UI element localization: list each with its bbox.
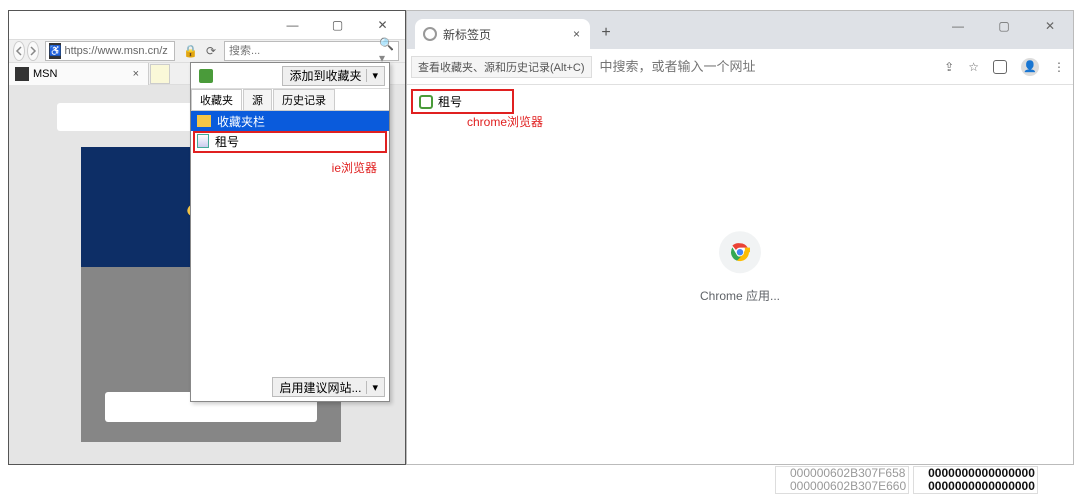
new-tab-button[interactable]: [150, 64, 170, 84]
suggested-sites-button[interactable]: 启用建议网站...: [272, 377, 385, 397]
chrome-page-content: 租号 chrome浏览器 Chrome 应用...: [407, 85, 1073, 464]
favorite-item-zuhao[interactable]: 租号: [191, 131, 389, 151]
close-button[interactable]: ✕: [360, 11, 405, 39]
add-to-favorites-button[interactable]: 添加到收藏夹: [282, 66, 385, 86]
add-favorite-label: 添加到收藏夹: [289, 67, 361, 84]
tab-title: 新标签页: [443, 26, 571, 43]
share-icon[interactable]: ⇪: [944, 60, 954, 74]
favorites-bar-folder[interactable]: 收藏夹栏: [191, 111, 389, 131]
tab-history[interactable]: 历史记录: [273, 89, 335, 110]
ie-address-bar: ♿ 🔒 ⟳ 🔍▾ ⌂ ★ ⚙: [9, 39, 405, 63]
hex-cell: 0000000000000000: [928, 480, 1035, 493]
ie-tab-msn[interactable]: MSN ×: [9, 63, 149, 85]
refresh-icon[interactable]: ⟳: [206, 44, 216, 58]
forward-button[interactable]: [27, 41, 39, 61]
tab-close-icon[interactable]: ×: [130, 68, 142, 80]
chrome-tab-newtab[interactable]: 新标签页 ×: [415, 19, 590, 49]
chrome-address-bar: 查看收藏夹、源和历史记录(Alt+C) ⇪ ☆ 👤 ⋮: [407, 49, 1073, 85]
bookmark-label: 租号: [438, 93, 462, 110]
minimize-button[interactable]: —: [935, 11, 981, 41]
chrome-logo-icon: [730, 242, 750, 262]
favorites-add-icon[interactable]: [199, 69, 213, 83]
tab-title: MSN: [33, 68, 130, 80]
hex-column-addr: 000000602B307F658 000000602B307E660: [775, 466, 909, 494]
page-icon: [197, 134, 209, 148]
folder-icon: [197, 115, 211, 127]
bookmark-star-icon[interactable]: ☆: [968, 60, 979, 74]
tab-site-icon: [15, 67, 29, 81]
hex-dump-strip: 000000602B307F658 000000602B307E660 0000…: [775, 466, 1038, 494]
ie-search-box[interactable]: 🔍▾: [224, 41, 399, 61]
arrow-right-icon: [28, 46, 38, 56]
bookmark-favicon-icon: [419, 95, 433, 109]
globe-icon: [423, 27, 437, 41]
site-icon: ♿: [49, 43, 61, 59]
bookmark-item-zuhao[interactable]: 租号: [411, 89, 514, 114]
maximize-button[interactable]: ▢: [315, 11, 360, 39]
tab-close-icon[interactable]: ×: [571, 27, 582, 41]
omnibox-input[interactable]: [600, 59, 937, 74]
chrome-bookmark-bar: 租号: [407, 85, 518, 118]
annotation-text-ie: ie浏览器: [332, 159, 377, 176]
favorites-panel-header: 添加到收藏夹: [191, 63, 389, 89]
favorites-item-label: 收藏夹栏: [217, 113, 265, 130]
back-button[interactable]: [13, 41, 25, 61]
chrome-apps-label: Chrome 应用...: [700, 287, 780, 304]
ie-favorites-panel: 添加到收藏夹 收藏夹 源 历史记录 收藏夹栏 租号 ie浏览器 启用建议网站..…: [190, 62, 390, 402]
tab-favorites[interactable]: 收藏夹: [191, 89, 242, 110]
chrome-app-icon: [719, 231, 761, 273]
close-button[interactable]: ✕: [1027, 11, 1073, 41]
lock-icon: 🔒: [183, 44, 198, 58]
search-icon[interactable]: 🔍▾: [375, 37, 398, 65]
favorites-item-label: 租号: [215, 133, 239, 150]
tab-feeds[interactable]: 源: [243, 89, 272, 110]
profile-avatar-icon[interactable]: 👤: [1021, 58, 1039, 76]
extensions-icon[interactable]: [993, 60, 1007, 74]
suggest-label: 启用建议网站...: [279, 379, 361, 396]
hex-cell: 000000602B307E660: [790, 480, 906, 493]
hex-column-value: 0000000000000000 0000000000000000: [913, 466, 1038, 494]
maximize-button[interactable]: ▢: [981, 11, 1027, 41]
arrow-left-icon: [14, 46, 24, 56]
chrome-omnibox[interactable]: [600, 59, 937, 74]
url-field[interactable]: ♿: [45, 41, 175, 61]
chrome-window-controls: — ▢ ✕: [935, 11, 1073, 41]
history-tooltip: 查看收藏夹、源和历史记录(Alt+C): [411, 56, 592, 78]
chrome-window: 新标签页 × + — ▢ ✕ 查看收藏夹、源和历史记录(Alt+C) ⇪ ☆ 👤…: [406, 10, 1074, 465]
new-tab-button[interactable]: +: [596, 23, 616, 43]
url-input[interactable]: [64, 45, 175, 57]
favorites-list: 收藏夹栏 租号: [191, 111, 389, 151]
chrome-toolbar-icons: ⇪ ☆ 👤 ⋮: [944, 58, 1065, 76]
chrome-apps-shortcut[interactable]: Chrome 应用...: [700, 231, 780, 304]
ie-window-controls: — ▢ ✕: [270, 11, 405, 39]
minimize-button[interactable]: —: [270, 11, 315, 39]
ie-search-input[interactable]: [225, 45, 375, 57]
menu-icon[interactable]: ⋮: [1053, 60, 1065, 74]
chrome-title-bar: 新标签页 × + — ▢ ✕: [407, 11, 1073, 49]
favorites-tabs: 收藏夹 源 历史记录: [191, 89, 389, 111]
